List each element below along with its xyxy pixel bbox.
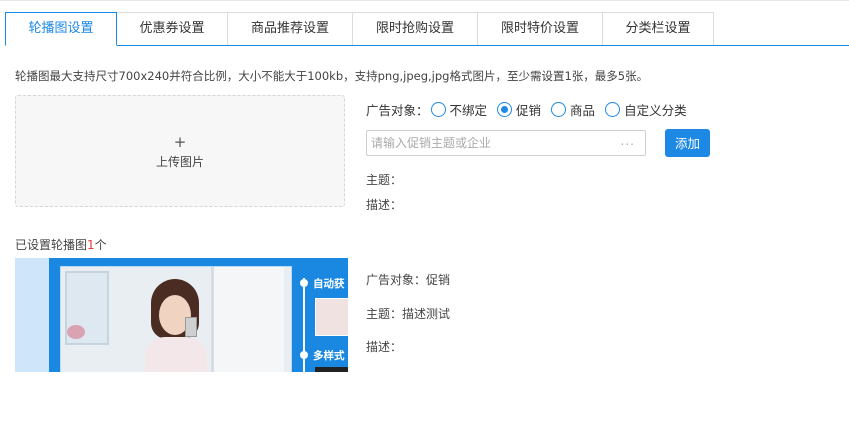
promotion-search-field: ... [366, 130, 646, 156]
item-description: 描述： [366, 340, 403, 354]
banner-phone [185, 317, 197, 337]
radio-circle-icon[interactable] [430, 102, 446, 117]
radio-circle-icon[interactable] [605, 102, 621, 117]
banner-text-2: 多样式 [313, 350, 345, 362]
banner-text-1: 自动获 [313, 278, 345, 290]
configured-count-text: 已设置轮播图1个 [15, 236, 107, 253]
tab-underline [5, 45, 849, 46]
banner-thumbnail [315, 298, 348, 336]
banner-left-panel [15, 258, 49, 372]
ad-target-label: 广告对象： [366, 103, 429, 118]
radio-custom-category[interactable]: 自定义分类 [605, 100, 687, 119]
configured-suffix: 个 [94, 238, 107, 252]
radio-circle-checked-icon[interactable] [497, 102, 513, 117]
upload-hint-text: 轮播图最大支持尺寸700x240并符合比例，大小不能大于100kb，支持png,… [15, 69, 649, 83]
tab-carousel-settings[interactable]: 轮播图设置 [5, 12, 117, 46]
banner-model-body [145, 337, 207, 372]
radio-label: 商品 [570, 103, 596, 118]
tab-category-bar-settings[interactable]: 分类栏设置 [603, 12, 714, 46]
item-ad-target: 广告对象：促销 [366, 273, 451, 287]
settings-tabs: 轮播图设置 优惠券设置 商品推荐设置 限时抢购设置 限时特价设置 分类栏设置 [5, 12, 714, 46]
configured-prefix: 已设置轮播图 [15, 238, 88, 252]
banner-door [211, 267, 284, 372]
radio-promotion[interactable]: 促销 [497, 100, 541, 119]
configured-count: 1 [87, 238, 95, 252]
banner-thumbnail [315, 367, 348, 372]
radio-product[interactable]: 商品 [551, 100, 595, 119]
upload-image-label: 上传图片 [155, 155, 204, 169]
ad-target-row: 广告对象： 不绑定 促销 商品 自定义分类 [366, 100, 697, 119]
banner-timeline-dot [300, 351, 308, 359]
add-button[interactable]: 添加 [665, 129, 710, 157]
tab-product-recommend-settings[interactable]: 商品推荐设置 [228, 12, 353, 46]
tab-coupon-settings[interactable]: 优惠券设置 [117, 12, 228, 46]
radio-label: 自定义分类 [624, 103, 687, 118]
radio-circle-icon[interactable] [551, 102, 567, 117]
plus-icon: + [173, 133, 187, 151]
tab-flash-sale-settings[interactable]: 限时抢购设置 [353, 12, 478, 46]
banner-timeline-dot [300, 279, 308, 287]
form-theme-label: 主题： [366, 173, 403, 187]
carousel-banner-image[interactable]: 自动获 多样式 [15, 258, 348, 372]
radio-no-binding[interactable]: 不绑定 [430, 100, 488, 119]
radio-label: 不绑定 [449, 103, 488, 118]
more-options-icon[interactable]: ... [621, 134, 635, 148]
upload-image-area[interactable]: + 上传图片 [15, 95, 345, 207]
tab-limited-price-settings[interactable]: 限时特价设置 [478, 12, 603, 46]
banner-photo [60, 266, 292, 372]
top-divider [0, 0, 849, 1]
item-theme: 主题：描述测试 [366, 307, 451, 321]
banner-flower [67, 325, 85, 339]
form-description-label: 描述： [366, 198, 403, 212]
radio-label: 促销 [516, 103, 542, 118]
promotion-search-input[interactable] [367, 131, 615, 155]
